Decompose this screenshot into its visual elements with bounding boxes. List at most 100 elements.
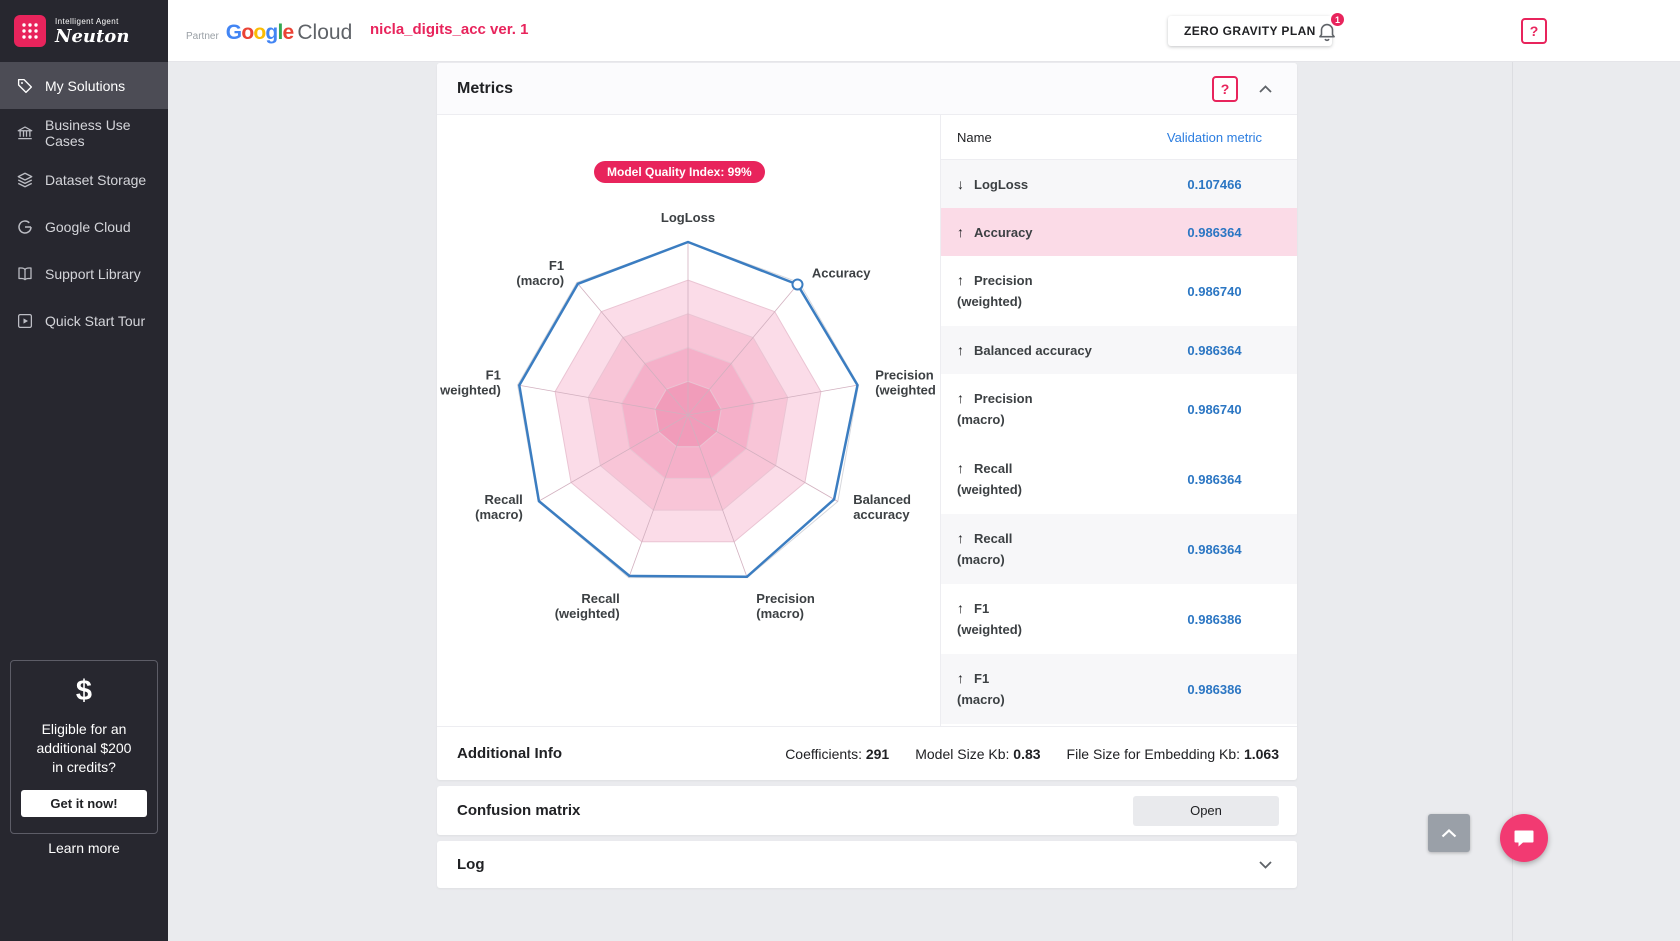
metric-name: ↑F1(weighted) [957, 598, 1142, 640]
app-logo[interactable]: Intelligent Agent Neuton [0, 0, 168, 62]
partner-label: Partner [186, 31, 219, 42]
sidebar-item-google-cloud[interactable]: Google Cloud [0, 203, 168, 250]
get-it-now-button[interactable]: Get it now! [21, 790, 147, 817]
dataset-icon [16, 171, 34, 189]
logo-subtitle: Intelligent Agent [55, 17, 129, 26]
chevron-down-icon[interactable] [1259, 861, 1272, 869]
svg-text:Recall(macro): Recall(macro) [475, 492, 523, 522]
log-panel[interactable]: Log [437, 841, 1297, 888]
svg-text:LogLoss: LogLoss [661, 210, 715, 225]
stat-coefficients: Coefficients: 291 [785, 746, 889, 762]
radar-chart-region: Model Quality Index: 99% LogLoss Accuracy… [437, 115, 940, 726]
arrow-up-icon: ↑ [957, 598, 974, 619]
google-g-icon [16, 218, 34, 236]
metric-value: 0.986386 [1142, 612, 1287, 627]
metrics-body: Model Quality Index: 99% LogLoss Accuracy… [437, 115, 1297, 726]
svg-text:Balancedaccuracy: Balancedaccuracy [853, 492, 911, 522]
model-quality-badge: Model Quality Index: 99% [594, 161, 765, 183]
validation-metric-column-header[interactable]: Validation metric [1142, 130, 1287, 145]
svg-text:Accuracy: Accuracy [812, 265, 871, 280]
tour-play-icon [16, 312, 34, 330]
sidebar: Intelligent Agent Neuton My Solutions Bus… [0, 0, 168, 941]
metric-row-accuracy[interactable]: ↑Accuracy0.986364 [941, 208, 1297, 256]
google-logo: Google [226, 21, 294, 45]
credits-promo-box: $ Eligible for anadditional $200in credi… [10, 660, 158, 834]
metric-name: ↑F1(macro) [957, 668, 1142, 710]
additional-info-row: Additional Info Coefficients: 291Model S… [437, 726, 1297, 780]
sidebar-item-support-library[interactable]: Support Library [0, 250, 168, 297]
svg-text:F1weighted): F1weighted) [439, 367, 501, 397]
metric-value: 0.986364 [1142, 225, 1287, 240]
metric-name: ↓LogLoss [957, 174, 1142, 195]
metrics-panel: Metrics ? Model Quality Index: 99% LogLo… [437, 63, 1297, 780]
sidebar-item-quick-start-tour[interactable]: Quick Start Tour [0, 297, 168, 344]
metric-row-precision-weighted[interactable]: ↑Precision(weighted)0.986740 [941, 256, 1297, 326]
notifications-badge: 1 [1329, 11, 1346, 28]
metric-row-recall-weighted[interactable]: ↑Recall(weighted)0.986364 [941, 444, 1297, 514]
sidebar-item-label: Business Use Cases [45, 117, 168, 149]
sidebar-item-label: My Solutions [45, 78, 125, 94]
chevron-up-icon [1441, 829, 1457, 838]
arrow-up-icon: ↑ [957, 270, 974, 291]
chat-widget-button[interactable] [1500, 814, 1548, 862]
arrow-up-icon: ↑ [957, 528, 974, 549]
solutions-icon [16, 77, 34, 95]
sidebar-nav: My Solutions Business Use Cases Dataset St… [0, 62, 168, 344]
learn-more-link[interactable]: Learn more [0, 840, 168, 856]
arrow-up-icon: ↑ [957, 388, 974, 409]
additional-info-title: Additional Info [457, 745, 562, 762]
sidebar-item-label: Support Library [45, 266, 141, 282]
metric-value: 0.107466 [1142, 177, 1287, 192]
sidebar-item-dataset-storage[interactable]: Dataset Storage [0, 156, 168, 203]
metric-name: ↑Recall(weighted) [957, 458, 1142, 500]
stat-file-size-for-embedding-kb: File Size for Embedding Kb: 1.063 [1067, 746, 1279, 762]
confusion-matrix-panel: Confusion matrix Open [437, 786, 1297, 835]
arrow-up-icon: ↑ [957, 668, 974, 689]
metric-name: ↑Precision(weighted) [957, 270, 1142, 312]
sidebar-item-business-use-cases[interactable]: Business Use Cases [0, 109, 168, 156]
metric-value: 0.986364 [1142, 542, 1287, 557]
chat-bubble-icon [1512, 826, 1536, 850]
metric-value: 0.986386 [1142, 682, 1287, 697]
metric-name: ↑Accuracy [957, 222, 1142, 243]
metric-value: 0.986364 [1142, 343, 1287, 358]
metric-row-f1-macro[interactable]: ↑F1(macro)0.986386 [941, 654, 1297, 724]
scroll-to-top-button[interactable] [1428, 814, 1470, 852]
sidebar-item-my-solutions[interactable]: My Solutions [0, 62, 168, 109]
arrow-up-icon: ↑ [957, 222, 974, 243]
svg-text:Recall(weighted): Recall(weighted) [555, 591, 620, 621]
zero-gravity-plan-button[interactable]: ZERO GRAVITY PLAN [1168, 16, 1332, 46]
metrics-help-button[interactable]: ? [1212, 76, 1238, 102]
log-title: Log [457, 856, 485, 873]
promo-text: Eligible for anadditional $200in credits… [19, 720, 149, 777]
global-help-button[interactable]: ? [1521, 18, 1547, 44]
sidebar-item-label: Dataset Storage [45, 172, 146, 188]
metric-name: ↑Recall(macro) [957, 528, 1142, 570]
metrics-collapse-button[interactable] [1259, 85, 1272, 93]
confusion-matrix-title: Confusion matrix [457, 802, 580, 819]
scroll-divider [1512, 62, 1513, 941]
metrics-title: Metrics [457, 80, 1212, 98]
metric-row-balanced-accuracy[interactable]: ↑Balanced accuracy0.986364 [941, 326, 1297, 374]
radar-chart: LogLoss Accuracy Precision(weighted Balance… [437, 115, 940, 726]
sidebar-item-label: Google Cloud [45, 219, 131, 235]
metric-row-logloss[interactable]: ↓LogLoss0.107466 [941, 160, 1297, 208]
metric-value: 0.986740 [1142, 284, 1287, 299]
arrow-down-icon: ↓ [957, 174, 974, 195]
svg-text:Precision(macro): Precision(macro) [756, 591, 815, 621]
neuton-logo-icon [14, 15, 46, 47]
solution-title: nicla_digits_acc ver. 1 [370, 21, 528, 38]
topbar: Partner Google Cloud nicla_digits_acc ve… [168, 0, 1680, 62]
metric-row-precision-macro[interactable]: ↑Precision(macro)0.986740 [941, 374, 1297, 444]
google-cloud-label: Cloud [297, 21, 352, 45]
open-confusion-matrix-button[interactable]: Open [1133, 796, 1279, 826]
additional-info-stats: Coefficients: 291Model Size Kb: 0.83File… [785, 746, 1279, 762]
svg-text:Precision(weighted: Precision(weighted [875, 367, 936, 397]
metrics-header: Metrics ? [437, 63, 1297, 115]
name-column-header: Name [957, 130, 1142, 145]
metric-name: ↑Balanced accuracy [957, 340, 1142, 361]
metrics-table-body: ↓LogLoss0.107466↑Accuracy0.986364↑Precis… [941, 160, 1297, 724]
metrics-table-header: Name Validation metric [941, 115, 1297, 160]
metric-row-recall-macro[interactable]: ↑Recall(macro)0.986364 [941, 514, 1297, 584]
metric-row-f1-weighted[interactable]: ↑F1(weighted)0.986386 [941, 584, 1297, 654]
